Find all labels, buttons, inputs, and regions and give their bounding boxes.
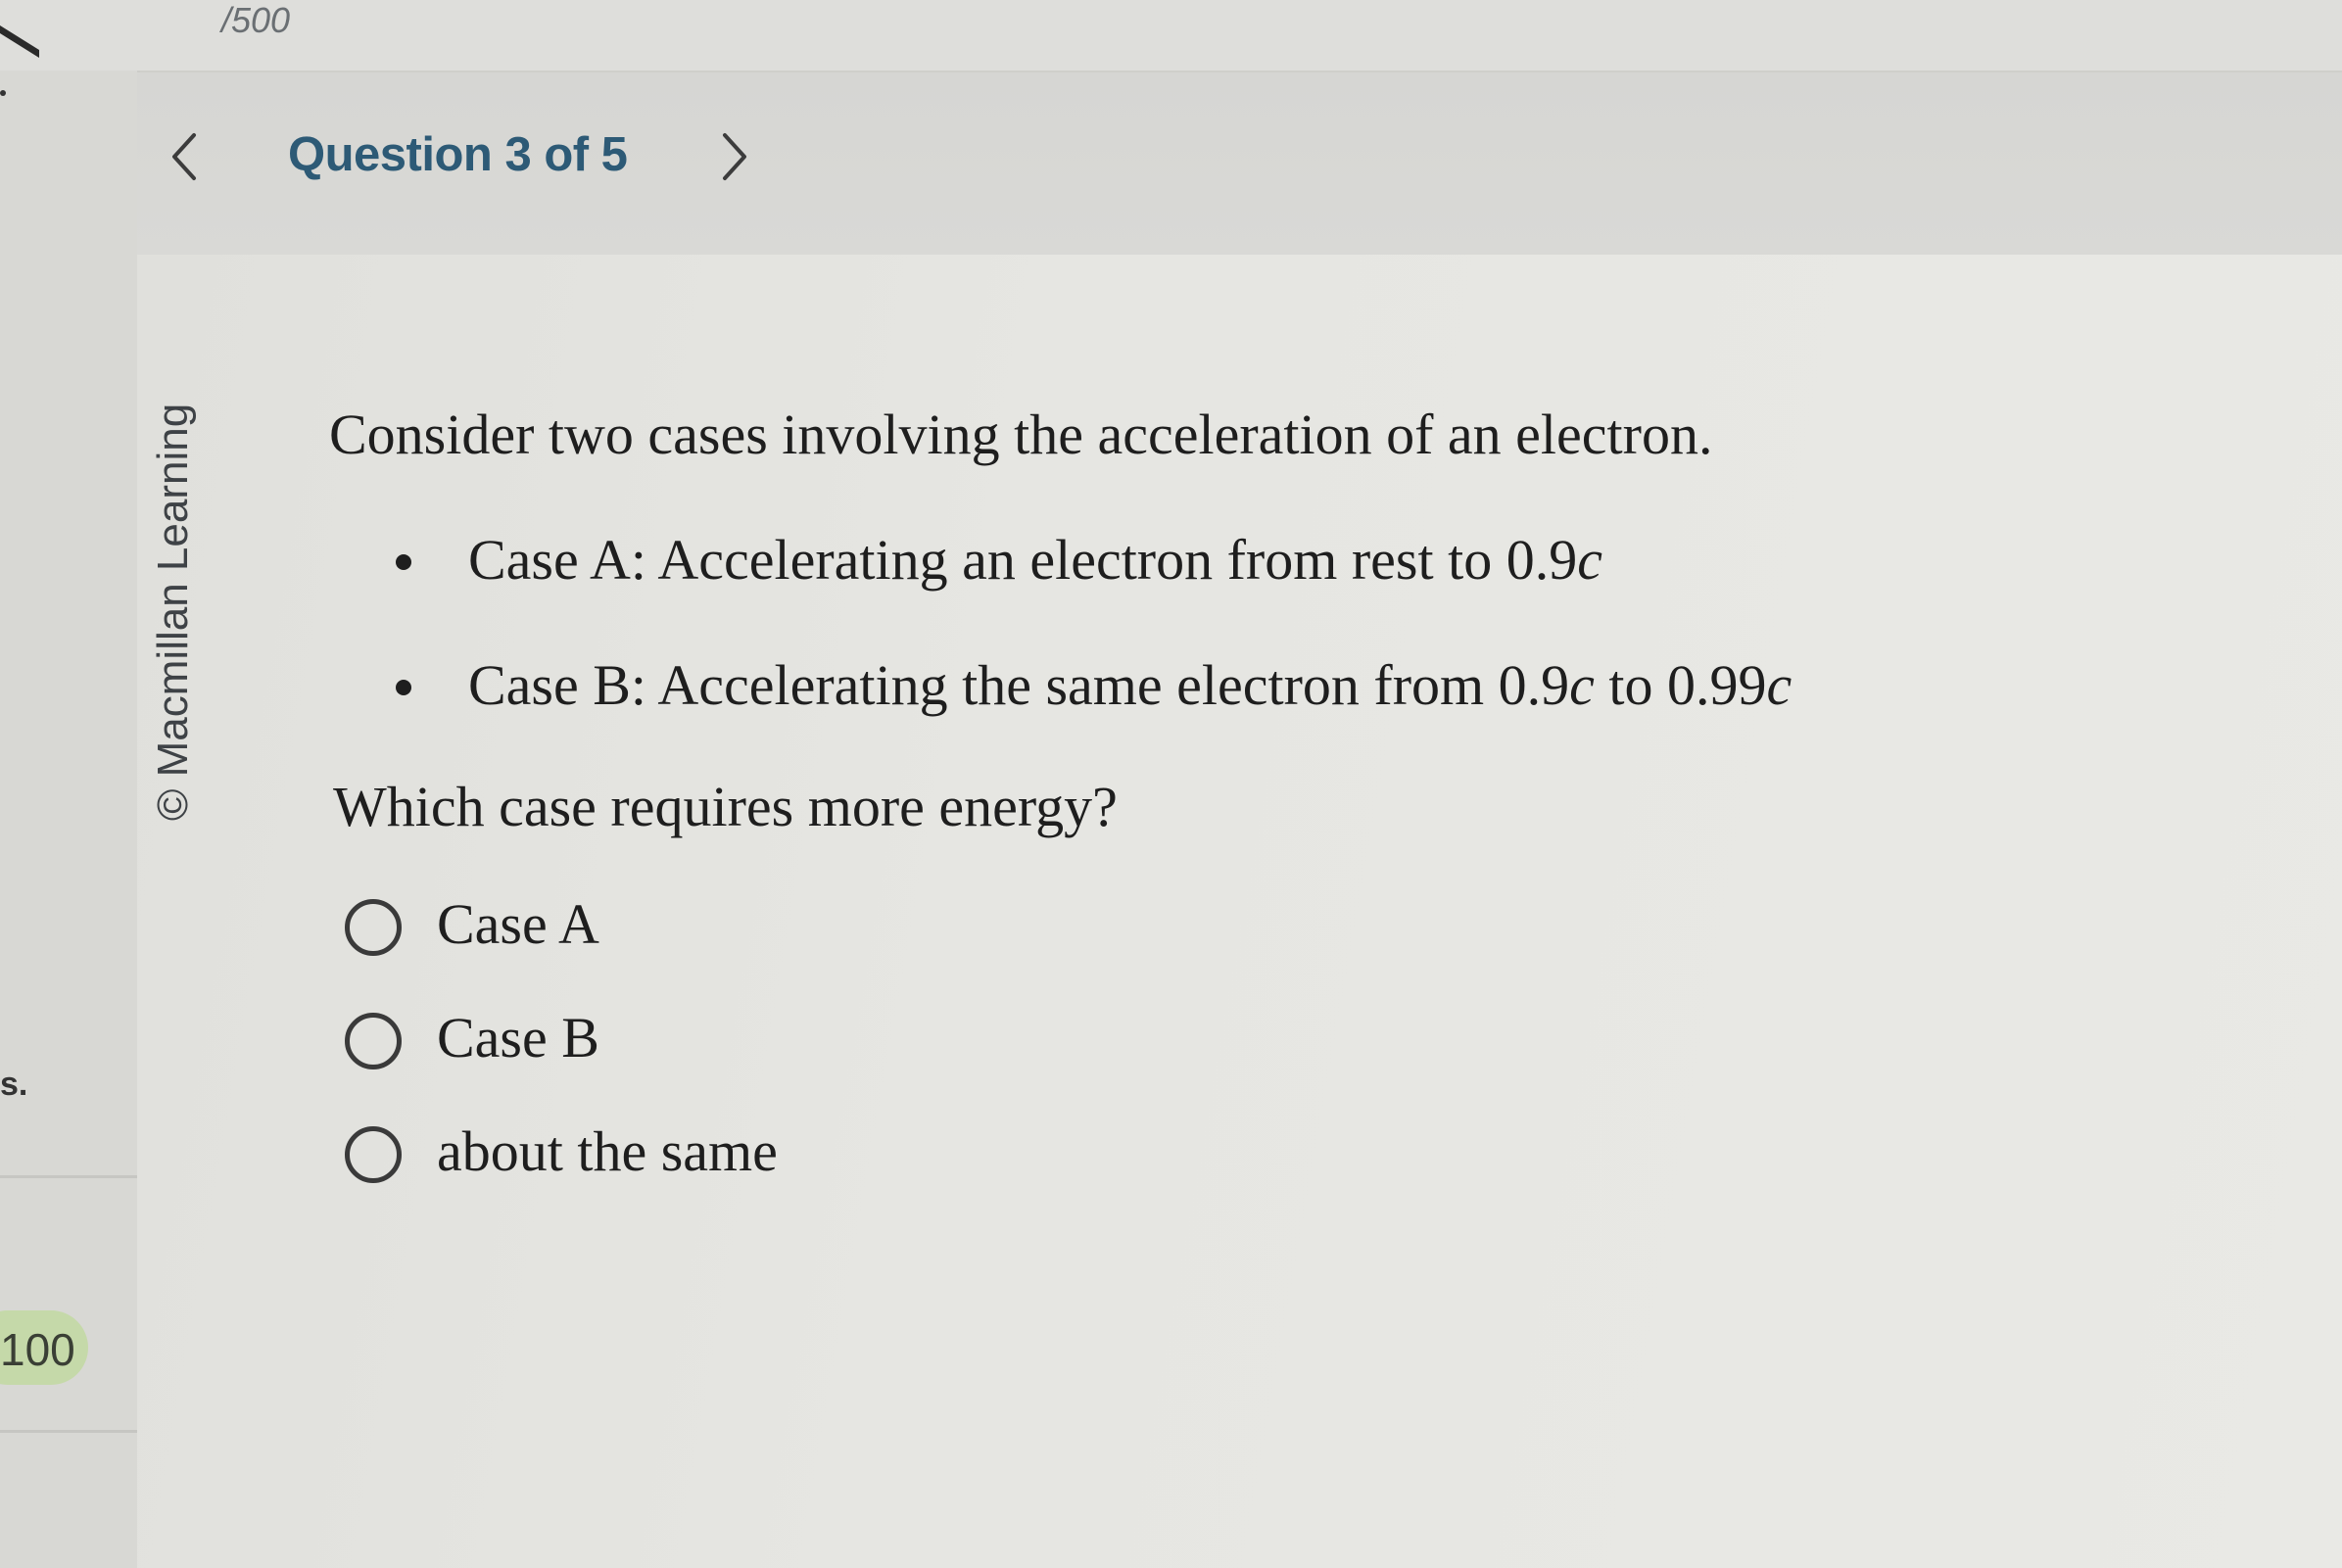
bullet-icon xyxy=(396,680,411,695)
case-b-var1: c xyxy=(1569,653,1595,717)
chevron-right-icon xyxy=(723,133,746,180)
radio-button[interactable] xyxy=(345,1013,402,1069)
question-intro: Consider two cases involving the acceler… xyxy=(329,403,1713,466)
case-a-var: c xyxy=(1577,528,1602,592)
corner-mark xyxy=(0,0,39,58)
screen: /500 s. 100 Question 3 of 5 © Macmillan … xyxy=(0,0,2342,1568)
bullet-icon xyxy=(396,554,411,570)
radio-button[interactable] xyxy=(345,899,402,956)
case-a-prefix: Case A: Accelerating an electron from re… xyxy=(468,528,1578,592)
case-a-text: Case A: Accelerating an electron from re… xyxy=(468,527,1602,593)
sidebar-divider-lower xyxy=(0,1430,137,1433)
copyright-label: © Macmillan Learning xyxy=(149,403,197,821)
question-counter: Question 3 of 5 xyxy=(288,128,628,181)
sidebar-divider xyxy=(0,1175,137,1178)
case-b-text: Case B: Accelerating the same electron f… xyxy=(468,652,1792,718)
choice-label: about the same xyxy=(437,1119,778,1183)
score-total: /500 xyxy=(221,0,291,40)
choice-label: Case B xyxy=(437,1006,599,1069)
choice-label: Case A xyxy=(437,892,599,956)
case-b-prefix: Case B: Accelerating the same electron f… xyxy=(468,653,1570,717)
case-b-mid: to 0.99 xyxy=(1594,653,1767,717)
chevron-left-icon xyxy=(172,133,196,180)
radio-button[interactable] xyxy=(345,1126,402,1183)
sidebar-stub-text: s. xyxy=(0,1066,28,1103)
question-prompt: Which case requires more energy? xyxy=(333,775,1118,838)
next-question-button[interactable] xyxy=(711,125,754,188)
previous-question-button[interactable] xyxy=(165,125,208,188)
top-strip: /500 xyxy=(0,0,2342,72)
score-pill-label: 100 xyxy=(0,1324,75,1375)
sidebar-dot xyxy=(0,90,6,96)
case-b-var2: c xyxy=(1766,653,1792,717)
